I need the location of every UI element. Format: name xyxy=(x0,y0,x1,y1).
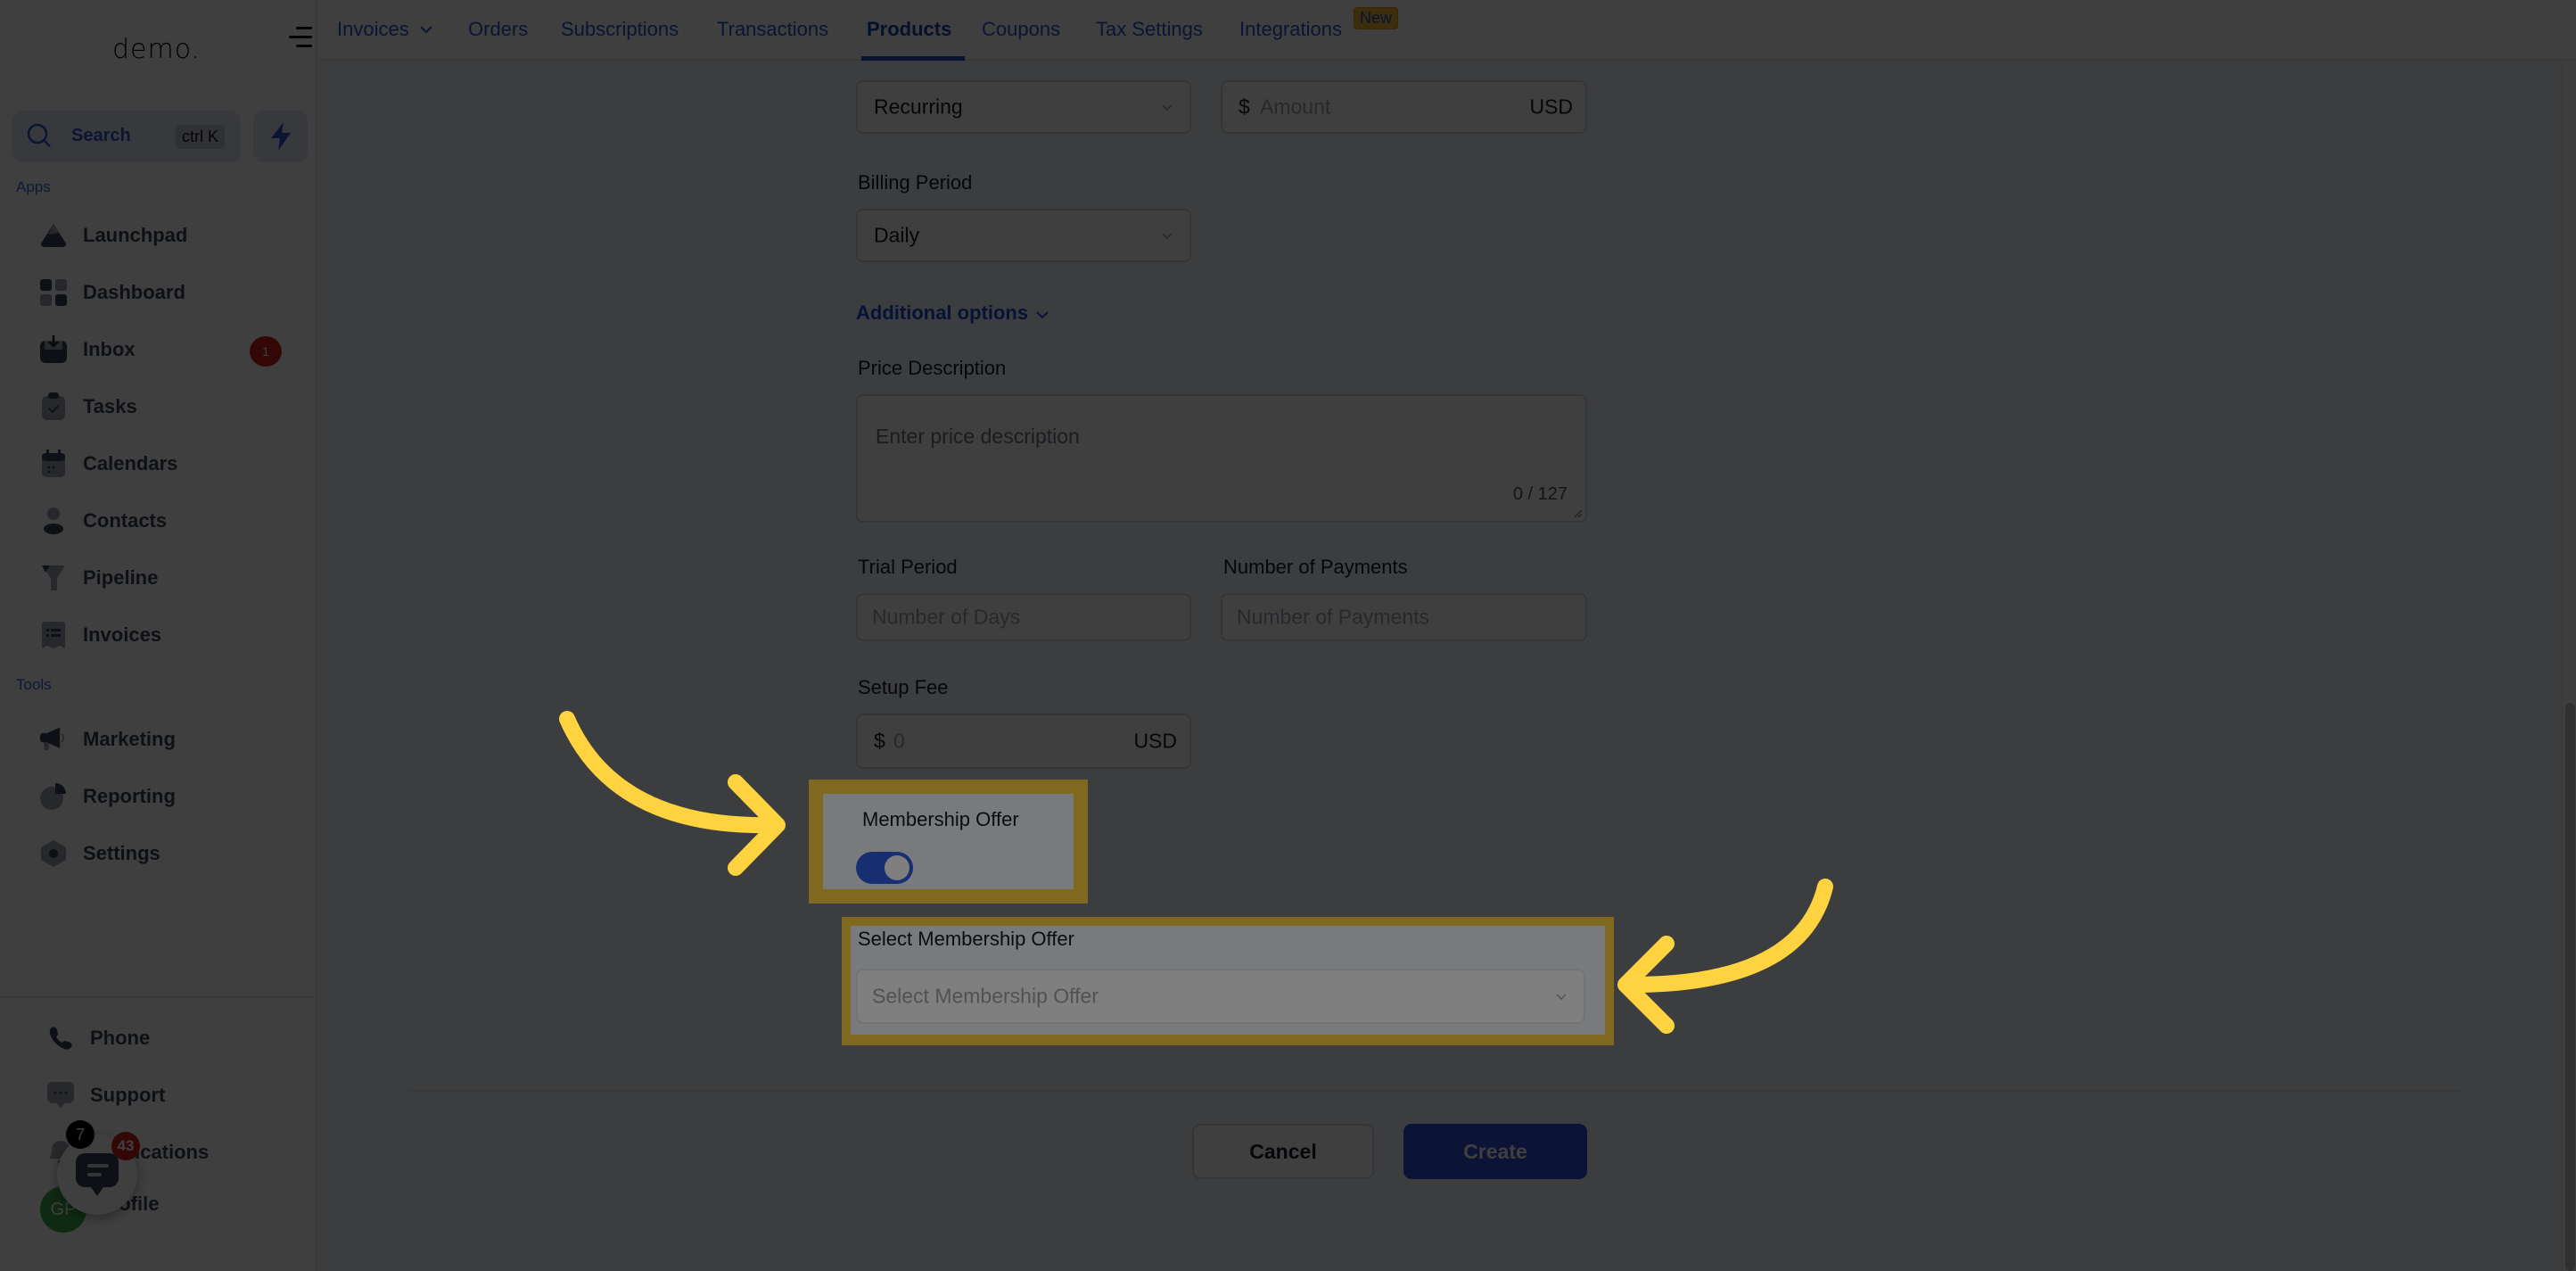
currency-code: USD xyxy=(1529,95,1573,119)
top-navigation: Invoices Orders Subscriptions Transactio… xyxy=(317,0,2576,61)
amount-placeholder: Amount xyxy=(1260,95,1331,119)
apps-section-label: Apps xyxy=(16,178,51,195)
footer-divider xyxy=(410,1090,2461,1092)
sidebar-item-calendars[interactable]: Calendars xyxy=(39,444,298,483)
tab-subscriptions[interactable]: Subscriptions xyxy=(561,18,679,41)
setup-fee-input[interactable]: $ 0 USD xyxy=(856,714,1191,769)
sidebar-item-contacts[interactable]: Contacts xyxy=(39,501,298,541)
chat-unread-badge: 43 xyxy=(111,1132,140,1160)
currency-symbol: $ xyxy=(874,729,885,753)
search-button[interactable]: Search ctrl K xyxy=(12,111,241,162)
sidebar-item-support[interactable]: Support xyxy=(46,1076,305,1115)
price-type-select[interactable]: Recurring xyxy=(856,80,1191,134)
quick-actions-button[interactable] xyxy=(253,111,308,162)
inbox-icon xyxy=(39,335,68,364)
number-of-payments-label: Number of Payments xyxy=(1223,556,1408,578)
gear-icon xyxy=(39,839,68,868)
membership-offer-toggle[interactable] xyxy=(856,852,913,884)
search-icon xyxy=(27,123,51,147)
price-description-label: Price Description xyxy=(858,357,1007,379)
inbox-badge: 1 xyxy=(250,336,282,367)
pie-chart-icon xyxy=(39,782,68,811)
tab-orders[interactable]: Orders xyxy=(468,18,528,41)
tools-section-label: Tools xyxy=(16,676,52,693)
scrollbar-thumb[interactable] xyxy=(2565,703,2575,1271)
logo: demo. xyxy=(112,34,202,65)
price-description-textarea[interactable]: Enter price description 0 / 127 xyxy=(856,394,1587,523)
amount-input[interactable]: $ Amount USD xyxy=(1221,80,1587,134)
trial-period-label: Trial Period xyxy=(858,556,958,578)
select-membership-highlight: Select Membership Offer Select Membershi… xyxy=(842,917,1614,1045)
currency-code: USD xyxy=(1133,729,1177,753)
tab-transactions[interactable]: Transactions xyxy=(717,18,828,41)
sidebar-item-dashboard[interactable]: Dashboard xyxy=(39,273,298,312)
chevron-down-icon xyxy=(1162,104,1173,111)
billing-period-select[interactable]: Daily xyxy=(856,209,1191,262)
lightning-icon xyxy=(270,122,291,151)
sidebar-item-launchpad[interactable]: Launchpad xyxy=(39,216,298,255)
chevron-down-icon xyxy=(1162,233,1173,240)
membership-offer-highlight: Membership Offer xyxy=(809,780,1088,904)
chevron-down-icon xyxy=(1556,994,1567,1001)
billing-period-label: Billing Period xyxy=(858,171,973,194)
clipboard-check-icon xyxy=(39,392,68,421)
number-of-payments-input[interactable]: Number of Payments xyxy=(1221,593,1587,641)
search-label: Search xyxy=(71,126,131,145)
menu-toggle-icon[interactable] xyxy=(289,25,312,50)
sidebar-item-invoices[interactable]: Invoices xyxy=(39,615,298,655)
rocket-icon xyxy=(39,221,68,250)
select-membership-label: Select Membership Offer xyxy=(858,928,1074,950)
megaphone-icon xyxy=(39,725,68,754)
tab-tax-settings[interactable]: Tax Settings xyxy=(1096,18,1203,41)
chevron-down-icon xyxy=(1036,311,1049,319)
product-price-form: Recurring $ Amount USD Billing Period Da… xyxy=(317,61,2576,1271)
tab-integrations[interactable]: Integrations xyxy=(1239,18,1342,41)
sidebar-item-inbox[interactable]: Inbox 1 xyxy=(39,330,298,369)
phone-icon xyxy=(46,1024,75,1052)
scrollbar[interactable] xyxy=(2562,61,2576,1271)
calendar-icon xyxy=(39,450,68,478)
membership-offer-select[interactable]: Select Membership Offer xyxy=(856,969,1585,1024)
notifications-badge: 7 xyxy=(66,1120,95,1149)
setup-fee-label: Setup Fee xyxy=(858,676,949,698)
resize-handle-icon[interactable] xyxy=(1572,508,1583,518)
chat-bubble-icon xyxy=(46,1081,75,1110)
membership-offer-label: Membership Offer xyxy=(862,808,1019,830)
sidebar-item-phone[interactable]: Phone xyxy=(46,1019,305,1058)
sidebar-item-reporting[interactable]: Reporting xyxy=(39,777,298,816)
sidebar-item-marketing[interactable]: Marketing xyxy=(39,720,298,759)
grid-icon xyxy=(39,278,68,307)
person-icon xyxy=(39,507,68,535)
currency-symbol: $ xyxy=(1239,95,1250,119)
chat-widget-icon xyxy=(76,1153,119,1196)
character-counter: 0 / 127 xyxy=(1512,484,1568,504)
toggle-knob xyxy=(885,855,909,880)
receipt-icon xyxy=(39,621,68,649)
additional-options-toggle[interactable]: Additional options xyxy=(856,301,1049,325)
trial-period-input[interactable]: Number of Days xyxy=(856,593,1191,641)
search-shortcut: ctrl K xyxy=(176,125,226,149)
sidebar-item-tasks[interactable]: Tasks xyxy=(39,387,298,426)
sidebar-item-pipeline[interactable]: Pipeline xyxy=(39,558,298,598)
funnel-icon xyxy=(39,564,68,592)
sidebar-item-settings[interactable]: Settings xyxy=(39,834,298,873)
tab-products[interactable]: Products xyxy=(867,18,951,41)
sidebar: demo. Search ctrl K Apps Launchpad Dashb… xyxy=(0,0,317,1271)
chevron-down-icon xyxy=(420,26,432,34)
tab-coupons[interactable]: Coupons xyxy=(982,18,1060,41)
sidebar-divider xyxy=(0,996,316,998)
tab-invoices[interactable]: Invoices xyxy=(337,18,432,41)
new-badge: New xyxy=(1354,7,1399,29)
cancel-button[interactable]: Cancel xyxy=(1192,1124,1374,1179)
create-button[interactable]: Create xyxy=(1403,1124,1587,1179)
price-description-placeholder: Enter price description xyxy=(876,425,1080,448)
